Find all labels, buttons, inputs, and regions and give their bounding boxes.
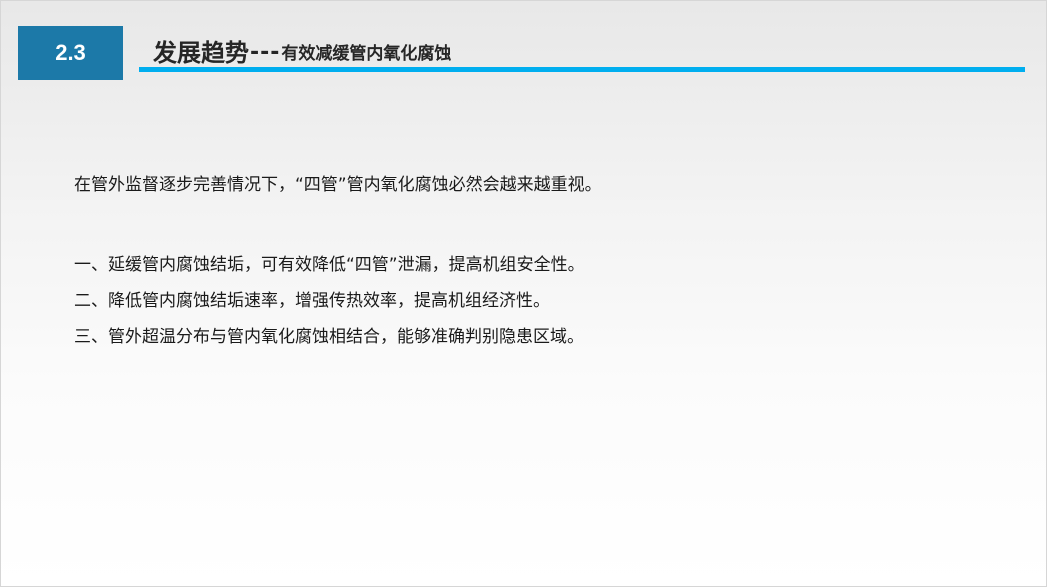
title-main: 发展趋势 xyxy=(153,39,249,67)
point-item-1: 一、延缓管内腐蚀结垢，可有效降低“四管”泄漏，提高机组安全性。 xyxy=(74,255,585,275)
title-underline-rule xyxy=(139,67,1025,72)
point-item-2: 二、降低管内腐蚀结垢速率，增强传热效率，提高机组经济性。 xyxy=(74,291,550,311)
slide: 2.3 发展趋势 --- 有效减缓管内氧化腐蚀 在管外监督逐步完善情况下，“四管… xyxy=(0,0,1047,587)
slide-body: 在管外监督逐步完善情况下，“四管”管内氧化腐蚀必然会越来越重视。 一、延缓管内腐… xyxy=(74,171,602,355)
title-separator: --- xyxy=(250,40,281,65)
title-subtitle: 有效减缓管内氧化腐蚀 xyxy=(281,44,452,64)
slide-title: 发展趋势 --- 有效减缓管内氧化腐蚀 xyxy=(153,32,451,68)
intro-paragraph: 在管外监督逐步完善情况下，“四管”管内氧化腐蚀必然会越来越重视。 xyxy=(74,175,602,195)
point-item-3: 三、管外超温分布与管内氧化腐蚀相结合，能够准确判别隐患区域。 xyxy=(74,327,584,347)
section-number-badge: 2.3 xyxy=(18,26,123,80)
